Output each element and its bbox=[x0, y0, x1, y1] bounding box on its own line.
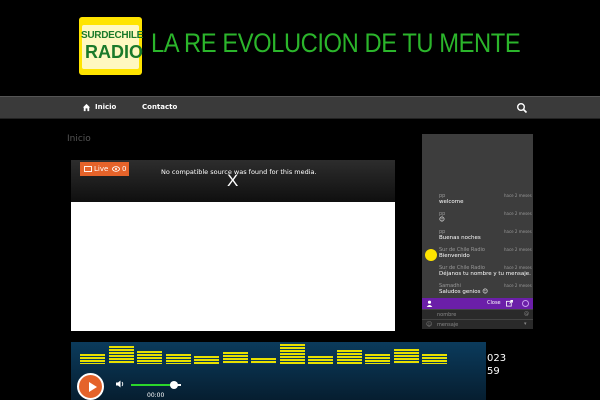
play-icon bbox=[89, 382, 97, 392]
chat-message: Sur de Chile Radio hace 2 meses Déjanos … bbox=[422, 265, 533, 283]
chat-message-text: Bienvenido bbox=[439, 253, 470, 259]
video-player[interactable]: Live 0 No compatible source was found fo… bbox=[71, 160, 395, 331]
nav-item-contacto[interactable]: Contacto bbox=[142, 103, 177, 111]
status-circle-icon[interactable] bbox=[522, 300, 529, 307]
equalizer-bar bbox=[279, 344, 305, 364]
main-nav: Inicio Contacto bbox=[0, 96, 600, 119]
equalizer-bar bbox=[165, 354, 191, 364]
equalizer-bar bbox=[422, 354, 447, 364]
home-icon[interactable] bbox=[82, 103, 91, 112]
chat-message: Sur de Chile Radio hace 2 meses Bienveni… bbox=[422, 247, 533, 265]
chat-message-text: Buenas noches bbox=[439, 235, 481, 241]
close-button[interactable]: X bbox=[227, 171, 238, 191]
equalizer-bar bbox=[137, 351, 162, 364]
equalizer-bar bbox=[308, 356, 333, 364]
site-slogan: LA RE EVOLUCION DE TU MENTE bbox=[151, 28, 521, 58]
site-logo[interactable]: SURDECHILE RADIO bbox=[79, 17, 144, 75]
chat-close-button[interactable]: Close bbox=[487, 300, 501, 306]
at-icon: @ bbox=[524, 311, 529, 317]
chat-name-placeholder: nombre bbox=[437, 312, 457, 318]
equalizer-bar bbox=[336, 350, 362, 364]
site-header: SURDECHILE RADIO LA RE EVOLUCION DE TU M… bbox=[0, 0, 600, 96]
chat-message-time: hace 2 meses bbox=[504, 211, 532, 216]
live-label: Live bbox=[94, 165, 109, 173]
chat-name-field[interactable]: nombre @ bbox=[422, 309, 533, 319]
equalizer-bar bbox=[365, 354, 390, 364]
equalizer-bar bbox=[251, 358, 276, 364]
smiley-icon[interactable]: ☺ bbox=[426, 321, 432, 328]
chat-message-time: hace 2 meses bbox=[504, 265, 532, 270]
chat-message-text: welcome bbox=[439, 199, 464, 205]
chat-message-time: hace 2 meses bbox=[504, 229, 532, 234]
chat-widget: pp hace 2 meses welcome pp hace 2 meses … bbox=[422, 134, 533, 329]
tv-icon bbox=[84, 165, 92, 172]
search-icon[interactable] bbox=[516, 102, 528, 114]
chat-message-text: Saludos genios 😊 bbox=[439, 289, 488, 295]
chat-message-text: 😊 bbox=[439, 217, 445, 223]
page-title: Inicio bbox=[67, 134, 91, 144]
player-error-message: No compatible source was found for this … bbox=[161, 168, 317, 176]
equalizer-bar bbox=[393, 349, 419, 364]
chat-message-time: hace 2 meses bbox=[504, 283, 532, 288]
logo-text-bottom: RADIO bbox=[85, 42, 143, 62]
views-badge: 0 bbox=[109, 162, 130, 176]
external-link-icon[interactable] bbox=[506, 300, 513, 307]
chat-message-time: hace 2 meses bbox=[504, 193, 532, 198]
chat-toolbar: Close bbox=[422, 298, 533, 309]
side-number: 023 bbox=[487, 353, 507, 364]
equalizer-bar bbox=[194, 356, 219, 364]
volume-icon[interactable] bbox=[115, 379, 125, 389]
chevron-down-icon[interactable]: ▾ bbox=[524, 321, 527, 327]
chat-message: pp hace 2 meses welcome bbox=[422, 193, 533, 211]
equalizer-bar bbox=[222, 352, 248, 364]
nav-item-inicio[interactable]: Inicio bbox=[95, 103, 116, 111]
chat-message-text: Déjanos tu nombre y tu mensaje. bbox=[439, 271, 531, 277]
playback-time: 00:00 bbox=[147, 392, 165, 399]
chat-message: pp hace 2 meses Buenas noches bbox=[422, 229, 533, 247]
eye-icon bbox=[112, 166, 120, 172]
equalizer-bar bbox=[80, 354, 105, 364]
user-icon[interactable] bbox=[426, 300, 433, 307]
avatar bbox=[425, 249, 437, 261]
logo-text-top: SURDECHILE bbox=[81, 30, 144, 41]
volume-knob[interactable] bbox=[169, 381, 178, 389]
live-badge[interactable]: Live bbox=[80, 162, 113, 176]
views-count: 0 bbox=[122, 165, 127, 173]
chat-message-time: hace 2 meses bbox=[504, 247, 532, 252]
radio-player: 00:00 bbox=[71, 342, 486, 400]
video-area[interactable] bbox=[71, 202, 395, 331]
chat-message-placeholder: mensaje bbox=[437, 322, 459, 328]
equalizer-bar bbox=[108, 346, 134, 364]
chat-message-field[interactable]: ☺ mensaje ▾ bbox=[422, 319, 533, 329]
play-button[interactable] bbox=[77, 373, 104, 400]
side-number: 59 bbox=[487, 366, 500, 377]
chat-message: pp hace 2 meses 😊 bbox=[422, 211, 533, 229]
